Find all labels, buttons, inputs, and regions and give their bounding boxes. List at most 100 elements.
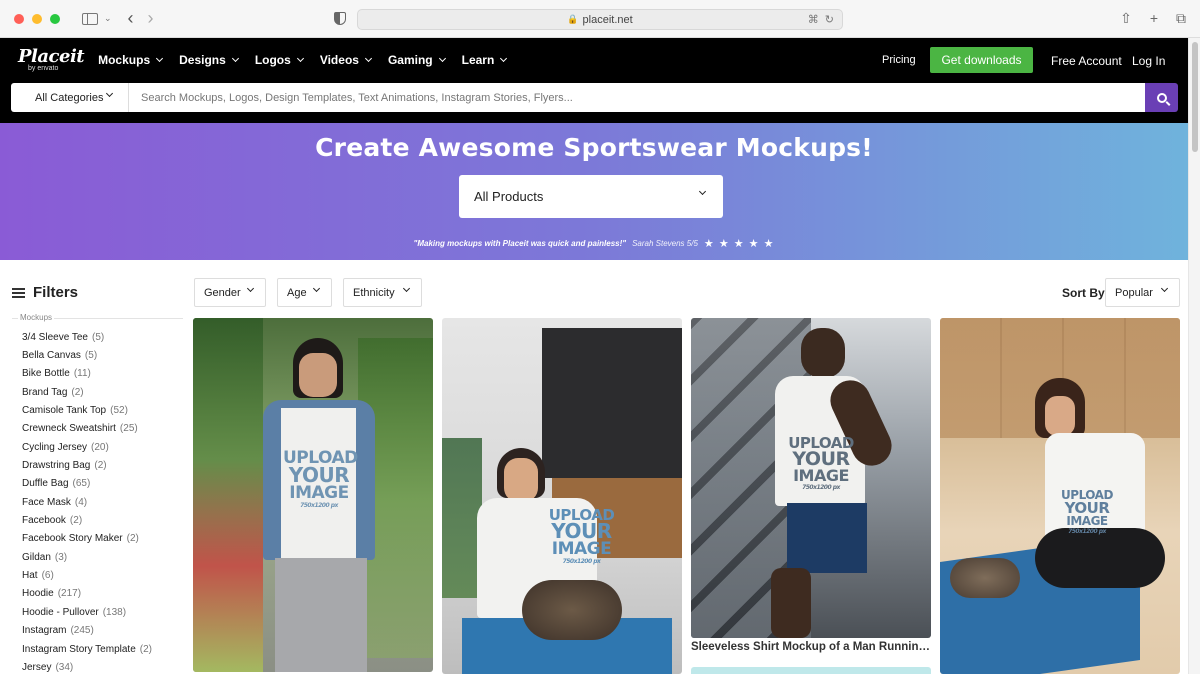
pricing-link[interactable]: Pricing <box>882 54 916 66</box>
filter-item[interactable]: Duffle Bag (65) <box>22 475 152 493</box>
filter-item[interactable]: Hat (6) <box>22 566 152 584</box>
translate-icon[interactable]: ⌘ <box>808 13 819 26</box>
filter-item-count: (2) <box>126 533 139 545</box>
upload-size-text: 750x1200 px <box>300 502 338 510</box>
filter-item-label: Gildan <box>22 551 51 563</box>
filter-item-label: Hoodie <box>22 588 54 600</box>
filter-item[interactable]: Cycling Jersey (20) <box>22 438 152 456</box>
main-nav: Mockups Designs Logos Videos Gaming Lear… <box>98 53 508 67</box>
chevron-down-icon <box>402 284 411 293</box>
filter-item-count: (2) <box>69 515 83 527</box>
zoom-window-button[interactable] <box>50 13 60 24</box>
product-select[interactable]: All Products <box>459 175 723 218</box>
filter-item-label: Bike Bottle <box>22 368 70 380</box>
minimize-window-button[interactable] <box>32 13 42 24</box>
chevron-down-icon[interactable]: ⌄ <box>104 13 112 24</box>
nav-learn[interactable]: Learn <box>462 53 508 67</box>
filter-item-count: (4) <box>74 496 88 508</box>
search-button[interactable] <box>1145 83 1178 112</box>
mockup-card-1[interactable]: UPLOAD YOUR IMAGE 750x1200 px <box>193 318 433 672</box>
sidebar-toggle-icon[interactable] <box>82 12 98 25</box>
chevron-down-icon <box>296 54 304 63</box>
tab-overview-icon[interactable]: ⧉ <box>1176 10 1186 27</box>
log-in-link[interactable]: Log In <box>1132 54 1165 68</box>
chevron-down-icon <box>105 89 114 98</box>
mockup-card-3[interactable]: UPLOAD YOUR IMAGE 750x1200 px <box>691 318 931 638</box>
search-input[interactable] <box>129 83 1145 112</box>
address-bar[interactable]: 🔒 placeit.net ⌘ ↻ <box>357 9 843 30</box>
nav-designs[interactable]: Designs <box>179 53 239 67</box>
filters-category-label: Mockups <box>18 313 55 322</box>
ethnicity-filter[interactable]: Ethnicity <box>343 278 422 307</box>
filter-item-count: (3) <box>54 551 68 563</box>
age-filter[interactable]: Age <box>277 278 332 307</box>
scrollbar-thumb[interactable] <box>1192 42 1198 152</box>
reload-icon[interactable]: ↻ <box>825 13 834 26</box>
sort-select[interactable]: Popular <box>1105 278 1180 307</box>
share-icon[interactable]: ⇧ <box>1120 10 1132 27</box>
sort-select-value: Popular <box>1115 286 1153 299</box>
filter-item[interactable]: 3/4 Sleeve Tee (5) <box>22 328 152 346</box>
back-button[interactable]: ‹ <box>128 8 134 29</box>
testimonial-author: Sarah Stevens 5/5 <box>632 239 698 248</box>
new-tab-icon[interactable]: + <box>1150 10 1158 27</box>
mockup-image: UPLOAD YOUR IMAGE 750x1200 px <box>691 318 931 638</box>
search-icon <box>1156 92 1167 103</box>
nav-gaming[interactable]: Gaming <box>388 53 446 67</box>
filter-item[interactable]: Drawstring Bag (2) <box>22 456 152 474</box>
filter-item-label: Drawstring Bag <box>22 460 91 472</box>
lock-icon: 🔒 <box>567 14 579 24</box>
filter-item[interactable]: Hoodie (217) <box>22 585 152 603</box>
filter-item[interactable]: Facebook (2) <box>22 511 152 529</box>
filter-item-label: Instagram <box>22 625 67 637</box>
mockup-card-4[interactable]: UPLOAD YOUR IMAGE 750x1200 px <box>940 318 1180 674</box>
ethnicity-filter-label: Ethnicity <box>353 286 395 299</box>
placeit-logo[interactable]: Placeit by envato <box>18 48 85 73</box>
chevron-down-icon <box>1160 284 1169 293</box>
filter-item-label: Facebook Story Maker <box>22 533 123 545</box>
filter-item[interactable]: Camisole Tank Top (52) <box>22 401 152 419</box>
upload-text: IMAGE <box>551 539 612 560</box>
next-card-preview <box>691 667 931 674</box>
free-account-link[interactable]: Free Account <box>1051 54 1122 68</box>
chevron-down-icon <box>312 284 321 293</box>
filter-item[interactable]: Instagram (245) <box>22 622 152 640</box>
category-select[interactable]: All Categories <box>11 83 129 112</box>
nav-label: Designs <box>179 53 226 67</box>
browser-toolbar: ⌄ ‹ › 🔒 placeit.net ⌘ ↻ ⇧ + ⧉ <box>0 0 1200 38</box>
get-downloads-button[interactable]: Get downloads <box>930 47 1033 73</box>
gender-filter[interactable]: Gender <box>194 278 266 307</box>
filter-item[interactable]: Instagram Story Template (2) <box>22 640 152 658</box>
upload-text: IMAGE <box>289 483 349 504</box>
filter-item-label: Cycling Jersey <box>22 441 88 453</box>
forward-button[interactable]: › <box>148 8 154 29</box>
page-scrollbar[interactable] <box>1188 38 1200 674</box>
rating-stars-icon: ★ ★ ★ ★ ★ <box>703 238 775 250</box>
filter-item[interactable]: Gildan (3) <box>22 548 152 566</box>
close-window-button[interactable] <box>14 13 24 24</box>
privacy-shield-icon[interactable] <box>334 12 346 25</box>
nav-videos[interactable]: Videos <box>320 53 372 67</box>
filter-item[interactable]: Brand Tag (2) <box>22 383 152 401</box>
hero-title: Create Awesome Sportswear Mockups! <box>315 133 873 162</box>
filter-item-count: (217) <box>57 588 82 600</box>
filter-item-count: (6) <box>41 570 54 582</box>
mockup-card-2[interactable]: UPLOAD YOUR IMAGE 750x1200 px <box>442 318 682 674</box>
filters-sliders-icon <box>12 287 25 298</box>
nav-mockups[interactable]: Mockups <box>98 53 164 67</box>
filter-item[interactable]: Bike Bottle (11) <box>22 365 152 383</box>
filter-item[interactable]: Hoodie - Pullover (138) <box>22 603 152 621</box>
gender-filter-label: Gender <box>204 286 241 299</box>
filter-item[interactable]: Face Mask (4) <box>22 493 152 511</box>
filter-item[interactable]: Bella Canvas (5) <box>22 346 152 364</box>
filter-item[interactable]: Facebook Story Maker (2) <box>22 530 152 548</box>
nav-logos[interactable]: Logos <box>255 53 304 67</box>
filter-item-count: (11) <box>73 368 91 380</box>
filter-item-count: (65) <box>72 478 91 490</box>
filter-item[interactable]: Crewneck Sweatshirt (25) <box>22 420 152 438</box>
upload-text: IMAGE <box>793 466 849 486</box>
filter-item-count: (5) <box>91 331 105 343</box>
upload-size-text: 750x1200 px <box>1068 528 1106 536</box>
mockup-card-3-title[interactable]: Sleeveless Shirt Mockup of a Man Running… <box>691 641 931 653</box>
chevron-down-icon <box>438 54 446 63</box>
